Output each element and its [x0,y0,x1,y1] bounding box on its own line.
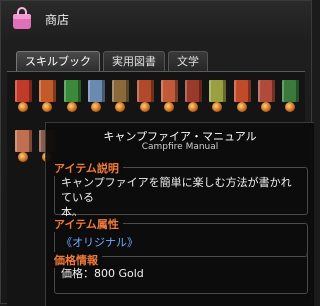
book-icon [258,80,275,102]
book-icon [112,80,130,102]
skillbook-item-slot[interactable] [37,80,59,114]
price-value: 価格：800 Gold [61,267,144,280]
skillbook-item-slot[interactable] [110,80,132,114]
attribute-value: 《オリジナル》 [61,236,138,249]
skillbook-item-slot[interactable] [135,80,157,114]
shop-window: 商店 スキルブック 実用図書 文学 キャンプファイア・マニュアル Campfir… [0,0,314,306]
book-icon [136,80,154,102]
skillbook-item-slot[interactable] [232,80,254,114]
category-tabs: スキルブック 実用図書 文学 [16,51,208,71]
book-icon [87,80,105,102]
skillbook-item-slot[interactable] [280,80,302,114]
item-name-english: Campfire Manual [141,142,219,152]
skillbook-item-slot[interactable] [256,80,278,114]
gem-icon [18,152,28,162]
book-icon [282,80,300,102]
gem-icon [236,102,247,112]
book-icon [15,130,32,152]
book-icon [39,80,57,102]
gem-icon [188,102,199,112]
skillbook-item-slot[interactable] [159,80,181,114]
gem-icon [115,102,126,112]
book-icon [15,80,32,102]
skillbook-item-slot[interactable] [13,130,35,164]
description-text-line1: キャンプファイアを簡単に楽しむ方法が書かれている [61,176,292,204]
gem-icon [42,102,53,112]
gem-icon [285,102,296,112]
gem-icon [212,102,223,112]
book-icon [185,80,203,102]
skillbook-item-slot[interactable] [13,80,35,114]
skillbook-item-slot[interactable] [183,80,205,114]
gem-icon [139,102,150,112]
title-bar[interactable]: 商店 [1,1,311,37]
tab-practical-books[interactable]: 実用図書 [103,51,165,71]
description-heading: アイテム説明 [54,160,123,176]
gem-icon [90,102,101,112]
price-section: 価格情報 価格：800 Gold [54,252,308,294]
window-title: 商店 [45,13,70,27]
gem-icon [163,102,174,112]
tab-skillbook[interactable]: スキルブック [16,51,100,71]
gem-icon [261,102,271,112]
gem-icon [66,102,77,112]
tab-literature[interactable]: 文学 [168,51,208,71]
book-icon [209,80,227,102]
description-section: アイテム説明 キャンプファイアを簡単に楽しむ方法が書かれている 本。 [54,160,308,219]
gem-icon [18,102,28,112]
book-icon [160,80,178,102]
attribute-heading: アイテム属性 [54,216,123,232]
skillbook-item-slot[interactable] [86,80,108,114]
skillbook-item-slot[interactable] [207,80,229,114]
item-tooltip: キャンプファイア・マニュアル Campfire Manual アイテム説明 キャ… [45,122,314,306]
book-icon [63,80,81,102]
book-icon [233,80,251,102]
shop-bag-icon [13,7,31,29]
skillbook-item-slot[interactable] [62,80,84,114]
